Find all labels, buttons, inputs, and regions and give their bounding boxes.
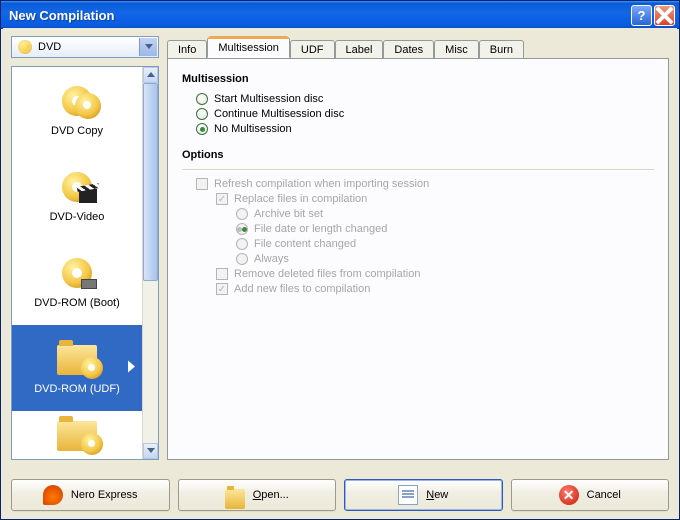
tab-multisession[interactable]: Multisession (207, 37, 290, 58)
tab-dates[interactable]: Dates (383, 40, 434, 59)
client-area: DVD DVD Copy (3, 28, 677, 517)
sidebar-item-dvd-copy[interactable]: DVD Copy (12, 67, 142, 153)
button-label: Open... (253, 489, 289, 501)
button-label: Cancel (587, 489, 621, 501)
radio-label: Continue Multisession disc (214, 108, 344, 120)
new-button[interactable]: New (344, 479, 503, 511)
chk-replace-files: ✓ (216, 193, 228, 205)
radio-file-date (236, 223, 248, 235)
document-icon (398, 485, 418, 505)
scroll-track[interactable] (143, 83, 158, 443)
folder-disc-icon (57, 417, 97, 447)
selection-arrow-icon (128, 361, 136, 376)
chk-label: Remove deleted files from compilation (234, 268, 420, 280)
radio-label: File content changed (254, 238, 356, 250)
radio-archive-bit (236, 208, 248, 220)
divider (182, 169, 654, 170)
options-heading: Options (182, 149, 654, 161)
chk-label: Refresh compilation when importing sessi… (214, 178, 429, 190)
radio-file-content (236, 238, 248, 250)
dropdown-label: DVD (38, 41, 61, 53)
chk-refresh-compilation (196, 178, 208, 190)
dvd-video-icon (57, 169, 97, 205)
folder-open-icon (225, 489, 245, 509)
scroll-down-icon[interactable] (143, 443, 158, 459)
scroll-up-icon[interactable] (143, 67, 158, 83)
tab-misc[interactable]: Misc (434, 40, 479, 59)
radio-start-multisession[interactable] (196, 93, 208, 105)
chk-remove-deleted (216, 268, 228, 280)
sidebar-item-next[interactable] (12, 411, 142, 457)
radio-label: Start Multisession disc (214, 93, 323, 105)
radio-always (236, 253, 248, 265)
flame-icon (43, 485, 63, 505)
chk-label: Add new files to compilation (234, 283, 370, 295)
nero-express-button[interactable]: Nero Express (11, 479, 170, 511)
dvd-copy-icon (57, 83, 97, 119)
chk-add-new: ✓ (216, 283, 228, 295)
compilation-type-list: DVD Copy DVD-Video DVD-ROM (Boot) (11, 66, 159, 460)
cancel-button[interactable]: ✕ Cancel (511, 479, 670, 511)
tab-udf[interactable]: UDF (290, 40, 335, 59)
help-button[interactable]: ? (631, 5, 652, 26)
button-label: New (426, 489, 448, 501)
tab-label[interactable]: Label (335, 40, 384, 59)
tab-bar: Info Multisession UDF Label Dates Misc B… (167, 36, 669, 58)
sidebar-item-label: DVD-ROM (Boot) (34, 297, 120, 309)
sidebar-item-label: DVD-Video (50, 211, 105, 223)
close-button[interactable] (654, 5, 675, 26)
radio-label: File date or length changed (254, 223, 387, 235)
disc-icon (18, 40, 32, 54)
radio-no-multisession[interactable] (196, 123, 208, 135)
window-title: New Compilation (9, 8, 629, 23)
sidebar-scrollbar[interactable] (142, 67, 158, 459)
button-label: Nero Express (71, 489, 138, 501)
sidebar-item-dvd-video[interactable]: DVD-Video (12, 153, 142, 239)
chk-label: Replace files in compilation (234, 193, 367, 205)
radio-continue-multisession[interactable] (196, 108, 208, 120)
button-bar: Nero Express Open... New ✕ Cancel (11, 479, 669, 511)
radio-label: Archive bit set (254, 208, 323, 220)
sidebar-item-dvd-rom-udf[interactable]: DVD-ROM (UDF) (12, 325, 142, 411)
multisession-heading: Multisession (182, 73, 654, 85)
disc-type-dropdown[interactable]: DVD (11, 36, 159, 58)
tab-panel: Multisession Start Multisession disc Con… (167, 58, 669, 460)
radio-label: Always (254, 253, 289, 265)
cancel-icon: ✕ (559, 485, 579, 505)
scroll-thumb[interactable] (143, 83, 158, 281)
sidebar-item-dvd-rom-boot[interactable]: DVD-ROM (Boot) (12, 239, 142, 325)
tab-burn[interactable]: Burn (479, 40, 524, 59)
radio-label: No Multisession (214, 123, 292, 135)
sidebar-item-label: DVD-ROM (UDF) (34, 383, 120, 395)
title-bar: New Compilation ? (1, 1, 679, 29)
dvd-rom-boot-icon (57, 255, 97, 291)
chevron-down-icon (139, 38, 157, 56)
tab-info[interactable]: Info (167, 40, 207, 59)
open-button[interactable]: Open... (178, 479, 337, 511)
dvd-rom-udf-icon (57, 341, 97, 377)
sidebar-item-label: DVD Copy (51, 125, 103, 137)
